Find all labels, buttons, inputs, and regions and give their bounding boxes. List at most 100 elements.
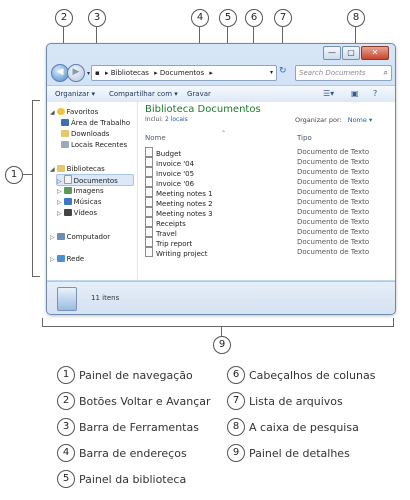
legend-1: 1 Painel de navegação xyxy=(57,366,193,385)
library-documents-icon xyxy=(57,287,77,311)
address-dropdown-icon[interactable]: ▾ xyxy=(270,66,273,80)
maximize-button[interactable]: ▢ xyxy=(342,46,360,60)
file-row[interactable]: Writing project Documento de Texto xyxy=(145,247,395,258)
legend-2: 2 Botões Voltar e Avançar xyxy=(57,392,211,411)
file-row[interactable]: Trip report Documento de Texto xyxy=(145,237,395,248)
arrange-by-dropdown[interactable]: Nome ▾ xyxy=(348,116,373,124)
computer-icon xyxy=(56,233,65,240)
leader-9 xyxy=(221,326,222,336)
nav-network[interactable]: ▷ Rede xyxy=(50,254,84,264)
recent-places-icon xyxy=(61,141,69,148)
nav-downloads[interactable]: Downloads xyxy=(61,129,109,139)
column-header-type[interactable]: Tipo xyxy=(297,132,312,144)
share-with-button[interactable]: Compartilhar com ▾ xyxy=(109,86,178,102)
file-row[interactable]: Invoice '06 Documento de Texto xyxy=(145,177,395,188)
legend-text-5: Painel da biblioteca xyxy=(79,473,187,486)
minimize-button[interactable]: — xyxy=(323,46,341,60)
file-row[interactable]: Meeting notes 1 Documento de Texto xyxy=(145,187,395,198)
collapse-icon[interactable]: ▷ xyxy=(57,199,62,206)
file-row[interactable]: Meeting notes 2 Documento de Texto xyxy=(145,197,395,208)
collapse-icon[interactable]: ▷ xyxy=(50,256,55,263)
nav-favorites-label: Favoritos xyxy=(66,108,99,116)
text-document-icon xyxy=(145,227,153,237)
star-icon xyxy=(56,108,65,115)
legend-text-1: Painel de navegação xyxy=(79,369,193,382)
arrange-by: Organizar por: Nome ▾ xyxy=(295,116,372,124)
legend-callout-8: 8 xyxy=(227,418,245,436)
file-type: Documento de Texto xyxy=(297,178,370,186)
includes-link[interactable]: 2 locais xyxy=(165,116,188,123)
collapse-icon[interactable]: ▷ xyxy=(50,234,55,241)
text-document-icon xyxy=(145,207,153,217)
organize-button[interactable]: Organizar ▾ xyxy=(55,86,95,102)
legend-8: 8 A caixa de pesquisa xyxy=(227,418,359,437)
file-row[interactable]: Receipts Documento de Texto xyxy=(145,217,395,228)
legend-text-4: Barra de endereços xyxy=(79,447,187,460)
file-row[interactable]: Meeting notes 3 Documento de Texto xyxy=(145,207,395,218)
legend-callout-2: 2 xyxy=(57,392,75,410)
library-title: Biblioteca Documentos xyxy=(145,104,261,115)
address-segment-documents[interactable]: ▸ Documentos xyxy=(154,69,204,77)
bracket-9-left xyxy=(42,318,43,326)
legend-text-9: Painel de detalhes xyxy=(249,447,350,460)
nav-computer[interactable]: ▷ Computador xyxy=(50,232,110,242)
file-row[interactable]: Invoice '05 Documento de Texto xyxy=(145,167,395,178)
address-segment-libraries[interactable]: ▸ Bibliotecas xyxy=(105,69,149,77)
preview-pane-icon[interactable]: ▣ xyxy=(351,86,359,102)
nav-documents[interactable]: ▷ Documentos xyxy=(56,174,134,186)
nav-music[interactable]: ▷ Músicas xyxy=(57,197,101,207)
legend-text-7: Lista de arquivos xyxy=(249,395,343,408)
file-type: Documento de Texto xyxy=(297,208,370,216)
text-document-icon xyxy=(145,237,153,247)
file-type: Documento de Texto xyxy=(297,218,370,226)
file-row[interactable]: Budget Documento de Texto xyxy=(145,147,395,158)
downloads-folder-icon xyxy=(61,130,69,137)
search-box[interactable]: Search Documents ⌕ xyxy=(295,65,392,81)
refresh-icon[interactable]: ↻ xyxy=(279,66,287,76)
nav-desktop[interactable]: Área de Trabalho xyxy=(61,118,130,128)
callout-7: 7 xyxy=(274,9,292,27)
bracket-9 xyxy=(42,326,394,327)
legend-3: 3 Barra de Ferramentas xyxy=(57,418,199,437)
legend-text-2: Botões Voltar e Avançar xyxy=(79,395,211,408)
nav-images[interactable]: ▷ Imagens xyxy=(57,186,104,196)
file-row[interactable]: Travel Documento de Texto xyxy=(145,227,395,238)
burn-button[interactable]: Gravar xyxy=(187,86,211,102)
nav-favorites[interactable]: ◢ Favoritos xyxy=(50,107,98,117)
nav-images-label: Imagens xyxy=(73,187,104,195)
file-list: Budget Documento de Texto Invoice '04 Docu… xyxy=(145,147,395,258)
legend-callout-6: 6 xyxy=(227,366,245,384)
nav-videos[interactable]: ▷ Vídeos xyxy=(57,208,97,218)
library-pane: Biblioteca Documentos Inclui: 2 locais xyxy=(145,104,261,123)
file-type: Documento de Texto xyxy=(297,198,370,206)
nav-libraries[interactable]: ◢ Bibliotecas xyxy=(50,164,105,174)
history-dropdown-icon[interactable]: ▾ xyxy=(87,70,90,77)
text-document-icon xyxy=(145,147,153,157)
bracket-1-top xyxy=(32,100,40,101)
sort-indicator-icon: ⌃ xyxy=(221,130,227,137)
nav-network-label: Rede xyxy=(66,255,85,263)
help-icon[interactable]: ? xyxy=(373,86,377,102)
collapse-icon[interactable]: ▷ xyxy=(57,210,62,217)
legend-text-6: Cabeçalhos de colunas xyxy=(249,369,376,382)
file-type: Documento de Texto xyxy=(297,228,370,236)
images-icon xyxy=(63,187,72,194)
collapse-icon[interactable]: ▷ xyxy=(57,178,62,185)
forward-button[interactable]: ▶ xyxy=(67,64,85,82)
collapse-icon[interactable]: ▷ xyxy=(57,188,62,195)
address-segment-arrow[interactable]: ▸ xyxy=(209,69,213,77)
view-options-icon[interactable]: ☰▾ xyxy=(323,86,334,102)
column-header-name[interactable]: Nome xyxy=(145,132,166,144)
text-document-icon xyxy=(145,217,153,227)
window-controls: — ▢ ✕ xyxy=(323,46,389,60)
text-document-icon xyxy=(145,167,153,177)
expand-icon[interactable]: ◢ xyxy=(50,166,55,173)
item-count: 11 itens xyxy=(91,294,120,302)
legend-7: 7 Lista de arquivos xyxy=(227,392,343,411)
address-bar[interactable]: ▪ ▸ Bibliotecas ▸ Documentos ▸ ▾ xyxy=(91,65,277,81)
search-icon[interactable]: ⌕ xyxy=(384,66,388,80)
close-button[interactable]: ✕ xyxy=(361,46,389,60)
file-row[interactable]: Invoice '04 Documento de Texto xyxy=(145,157,395,168)
expand-icon[interactable]: ◢ xyxy=(50,109,55,116)
nav-recent[interactable]: Locais Recentes xyxy=(61,140,127,150)
